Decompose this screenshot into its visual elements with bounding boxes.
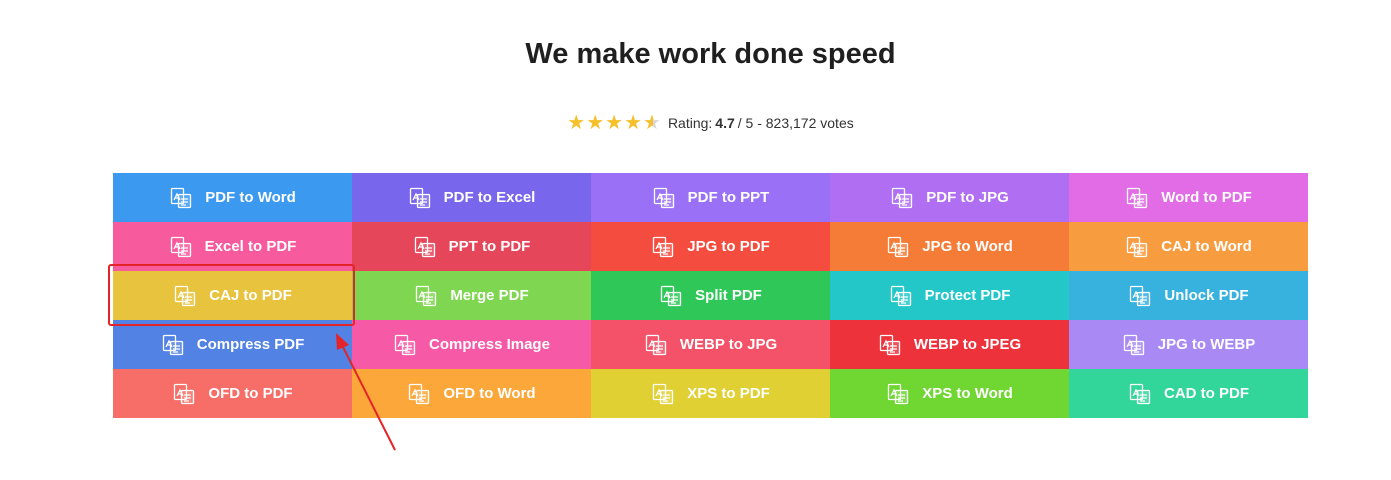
tool-tile-unlock-pdf[interactable]: Unlock PDF xyxy=(1069,271,1308,320)
tool-tile-xps-to-word[interactable]: XPS to Word xyxy=(830,369,1069,418)
tool-tile-pdf-to-ppt[interactable]: PDF to PPT xyxy=(591,173,830,222)
webp-jpeg-icon xyxy=(878,333,902,357)
rating-label: Rating: xyxy=(667,115,713,131)
tool-tile-label: PDF to PPT xyxy=(687,189,770,206)
pdf-jpg-icon xyxy=(890,186,914,210)
compress-pdf-icon xyxy=(161,333,185,357)
tool-tile-label: CAJ to Word xyxy=(1161,238,1252,255)
tool-tile-caj-to-pdf[interactable]: CAJ to PDF xyxy=(113,271,352,320)
rating-score: 4.7 xyxy=(715,115,735,131)
tool-tile-word-to-pdf[interactable]: Word to PDF xyxy=(1069,173,1308,222)
tool-tile-label: WEBP to JPG xyxy=(679,336,778,353)
tool-tile-webp-to-jpg[interactable]: WEBP to JPG xyxy=(591,320,830,369)
tool-tile-label: Merge PDF xyxy=(450,287,529,304)
tool-tile-label: PPT to PDF xyxy=(448,238,531,255)
tool-tile-caj-to-word[interactable]: CAJ to Word xyxy=(1069,222,1308,271)
tool-tile-cad-to-pdf[interactable]: CAD to PDF xyxy=(1069,369,1308,418)
tool-tile-pdf-to-word[interactable]: PDF to Word xyxy=(113,173,352,222)
pdf-word-icon xyxy=(169,186,193,210)
tool-tile-label: WEBP to JPEG xyxy=(913,336,1022,353)
tool-tile-pdf-to-jpg[interactable]: PDF to JPG xyxy=(830,173,1069,222)
tool-tile-label: Unlock PDF xyxy=(1164,287,1249,304)
star-icon: ★ xyxy=(605,112,624,134)
tool-tile-ofd-to-word[interactable]: OFD to Word xyxy=(352,369,591,418)
tool-tile-compress-pdf[interactable]: Compress PDF xyxy=(113,320,352,369)
tools-grid: PDF to Word PDF to Excel PDF to PPT PDF to … xyxy=(113,173,1308,418)
tool-tile-label: XPS to PDF xyxy=(687,385,770,402)
tool-tile-label: Split PDF xyxy=(695,287,762,304)
tool-tile-xps-to-pdf[interactable]: XPS to PDF xyxy=(591,369,830,418)
tool-tile-label: Word to PDF xyxy=(1161,189,1252,206)
tool-tile-jpg-to-pdf[interactable]: JPG to PDF xyxy=(591,222,830,271)
tool-tile-label: PDF to JPG xyxy=(926,189,1009,206)
tool-tile-label: OFD to PDF xyxy=(208,385,293,402)
tool-tile-webp-to-jpeg[interactable]: WEBP to JPEG xyxy=(830,320,1069,369)
tool-tile-label: PDF to Excel xyxy=(443,189,536,206)
tool-tile-label: XPS to Word xyxy=(922,385,1013,402)
split-pdf-icon xyxy=(659,284,683,308)
tool-tile-split-pdf[interactable]: Split PDF xyxy=(591,271,830,320)
ofd-word-icon xyxy=(407,382,431,406)
jpg-pdf-icon xyxy=(651,235,675,259)
ppt-pdf-icon xyxy=(413,235,437,259)
xps-word-icon xyxy=(886,382,910,406)
tool-tile-label: Compress Image xyxy=(429,336,550,353)
tool-tile-label: OFD to Word xyxy=(443,385,536,402)
tool-tile-ppt-to-pdf[interactable]: PPT to PDF xyxy=(352,222,591,271)
protect-pdf-icon xyxy=(889,284,913,308)
compress-image-icon xyxy=(393,333,417,357)
tool-tile-label: CAJ to PDF xyxy=(209,287,292,304)
tool-tile-excel-to-pdf[interactable]: Excel to PDF xyxy=(113,222,352,271)
half-star-icon: ★ xyxy=(643,112,661,134)
excel-pdf-icon xyxy=(169,235,193,259)
word-pdf-icon xyxy=(1125,186,1149,210)
tool-tile-label: Compress PDF xyxy=(196,336,305,353)
tool-tile-merge-pdf[interactable]: Merge PDF xyxy=(352,271,591,320)
tool-tile-label: Protect PDF xyxy=(924,287,1011,304)
tool-tile-protect-pdf[interactable]: Protect PDF xyxy=(830,271,1069,320)
rating-stars: ★ ★ ★ ★ ★ xyxy=(567,113,662,133)
pdf-excel-icon xyxy=(408,186,432,210)
unlock-pdf-icon xyxy=(1128,284,1152,308)
tool-tile-label: CAD to PDF xyxy=(1164,385,1249,402)
caj-word-icon xyxy=(1125,235,1149,259)
tool-tile-label: PDF to Word xyxy=(205,189,296,206)
rating-bar: ★ ★ ★ ★ ★ Rating: 4.7 / 5 - 823,172 vote… xyxy=(0,113,1391,133)
tool-tile-jpg-to-word[interactable]: JPG to Word xyxy=(830,222,1069,271)
tool-tile-ofd-to-pdf[interactable]: OFD to PDF xyxy=(113,369,352,418)
xps-pdf-icon xyxy=(651,382,675,406)
page-title: We make work done speed xyxy=(525,38,896,70)
tool-tile-pdf-to-excel[interactable]: PDF to Excel xyxy=(352,173,591,222)
cad-pdf-icon xyxy=(1128,382,1152,406)
tool-tile-label: JPG to PDF xyxy=(687,238,770,255)
tool-tile-jpg-to-webp[interactable]: JPG to WEBP xyxy=(1069,320,1308,369)
tool-tile-label: JPG to Word xyxy=(922,238,1013,255)
pdf-ppt-icon xyxy=(652,186,676,210)
merge-pdf-icon xyxy=(414,284,438,308)
jpg-word-icon xyxy=(886,235,910,259)
jpg-webp-icon xyxy=(1122,333,1146,357)
webp-jpg-icon xyxy=(644,333,668,357)
rating-votes: / 5 - 823,172 votes xyxy=(737,115,854,131)
caj-pdf-icon xyxy=(173,284,197,308)
star-icon: ★ xyxy=(586,112,605,134)
star-icon: ★ xyxy=(567,112,586,134)
tool-tile-compress-image[interactable]: Compress Image xyxy=(352,320,591,369)
tool-tile-label: JPG to WEBP xyxy=(1157,336,1256,353)
ofd-pdf-icon xyxy=(172,382,196,406)
star-icon: ★ xyxy=(624,112,642,134)
tool-tile-label: Excel to PDF xyxy=(204,238,297,255)
